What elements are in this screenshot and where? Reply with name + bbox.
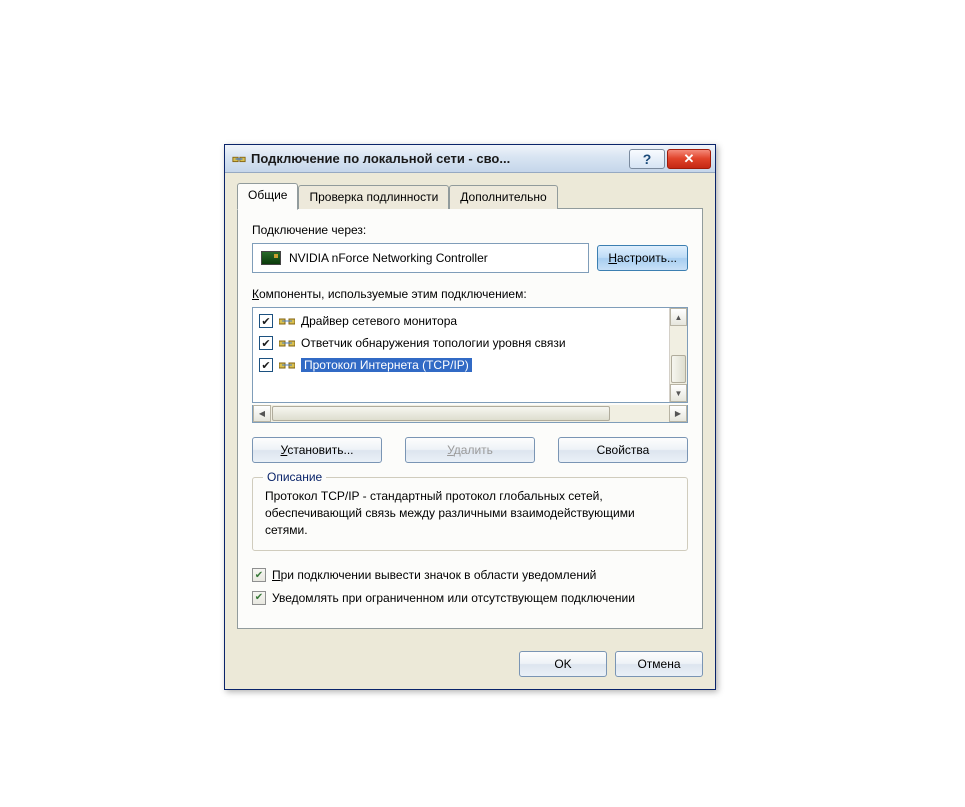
tab-advanced[interactable]: Дополнительно [449,185,557,209]
components-listbox[interactable]: ✔ Драйвер сетевого монитора ✔ Ответчик о… [252,307,688,403]
scroll-right-icon[interactable]: ▶ [669,405,687,422]
list-item[interactable]: ✔ Драйвер сетевого монитора [253,310,669,332]
install-button[interactable]: Установить... [252,437,382,463]
scroll-left-icon[interactable]: ◀ [253,405,271,422]
list-item-label: Ответчик обнаружения топологии уровня св… [301,336,566,350]
scroll-up-icon[interactable]: ▲ [670,308,687,326]
notify-limited-checkbox[interactable]: ✔ Уведомлять при ограниченном или отсутс… [252,590,688,606]
tab-strip: Общие Проверка подлинности Дополнительно [237,183,703,209]
uninstall-button: Удалить [405,437,535,463]
scroll-thumb[interactable] [671,355,686,383]
connect-using-label: Подключение через: [252,223,688,237]
checkbox-icon[interactable]: ✔ [259,314,273,328]
dialog-button-row: OK Отмена [225,641,715,689]
adapter-box: NVIDIA nForce Networking Controller [252,243,589,273]
window-title: Подключение по локальной сети - сво... [251,151,629,166]
properties-button[interactable]: Свойства [558,437,688,463]
nic-icon [261,251,281,265]
vertical-scrollbar[interactable]: ▲ ▼ [669,308,687,402]
horizontal-scrollbar[interactable]: ◀ ▶ [252,405,688,423]
protocol-icon [279,315,295,327]
checkbox-label: Уведомлять при ограниченном или отсутств… [272,590,635,606]
tab-panel-general: Подключение через: NVIDIA nForce Network… [237,208,703,629]
adapter-name: NVIDIA nForce Networking Controller [289,251,488,265]
properties-dialog: Подключение по локальной сети - сво... ?… [224,144,716,690]
components-items: ✔ Драйвер сетевого монитора ✔ Ответчик о… [253,308,669,402]
checkbox-icon[interactable]: ✔ [252,591,266,605]
scroll-track[interactable] [271,405,669,422]
protocol-icon [279,337,295,349]
configure-button[interactable]: Настроить... [597,245,688,271]
description-title: Описание [263,470,326,484]
protocol-icon [279,359,295,371]
client-area: Общие Проверка подлинности Дополнительно… [225,173,715,641]
checkbox-label: При подключении вывести значок в области… [272,567,596,583]
scroll-down-icon[interactable]: ▼ [670,384,687,402]
scroll-thumb[interactable] [272,406,610,421]
description-groupbox: Описание Протокол TCP/IP - стандартный п… [252,477,688,551]
cancel-button[interactable]: Отмена [615,651,703,677]
checkbox-icon[interactable]: ✔ [259,336,273,350]
tab-auth[interactable]: Проверка подлинности [298,185,449,209]
connection-icon [231,151,247,167]
close-button[interactable]: ✕ [667,149,711,169]
scroll-track[interactable] [670,326,687,384]
tab-general[interactable]: Общие [237,183,298,210]
components-label: Компоненты, используемые этим подключени… [252,287,688,301]
list-item[interactable]: ✔ Ответчик обнаружения топологии уровня … [253,332,669,354]
list-item-label: Драйвер сетевого монитора [301,314,457,328]
list-item-label: Протокол Интернета (TCP/IP) [301,357,472,373]
list-item[interactable]: ✔ Протокол Интернета (TCP/IP) [253,354,669,376]
description-text: Протокол TCP/IP - стандартный протокол г… [265,488,675,538]
ok-button[interactable]: OK [519,651,607,677]
show-icon-checkbox[interactable]: ✔ При подключении вывести значок в облас… [252,567,688,583]
checkbox-icon[interactable]: ✔ [259,358,273,372]
checkbox-icon[interactable]: ✔ [252,568,266,582]
help-button[interactable]: ? [629,149,665,169]
titlebar[interactable]: Подключение по локальной сети - сво... ?… [225,145,715,173]
